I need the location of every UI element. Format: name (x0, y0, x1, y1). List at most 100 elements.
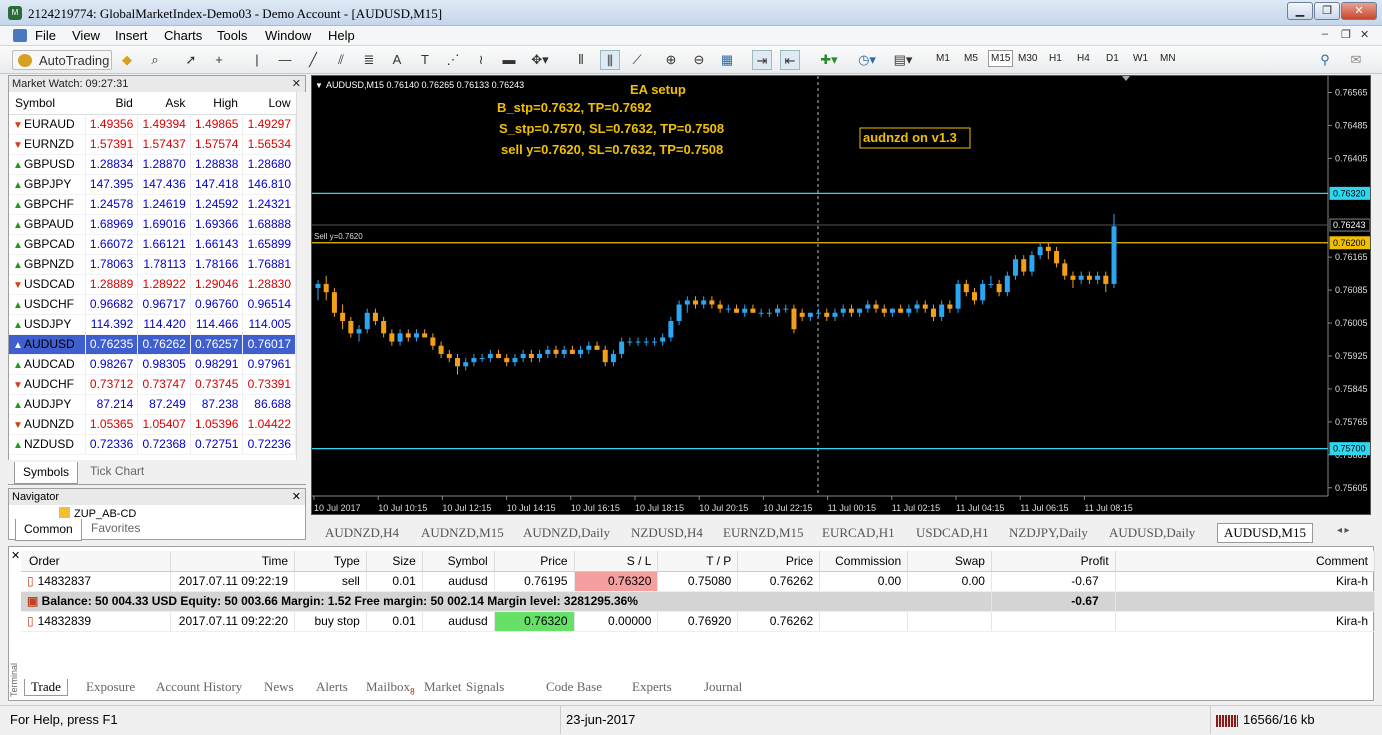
autotrading-button[interactable]: AutoTrading (12, 50, 112, 70)
terminal-tab[interactable]: Account History (156, 679, 242, 695)
tab-symbols[interactable]: Symbols (14, 462, 79, 484)
market-watch-row[interactable]: ▲GBPAUD 1.68969 1.69016 1.69366 1.68888 (9, 214, 296, 235)
mdi-minimize-icon[interactable]: – (1322, 28, 1328, 40)
zoom-in-icon[interactable]: ⊕ (662, 50, 680, 70)
market-watch-scrollbar[interactable] (296, 92, 306, 472)
order-row[interactable]: ▯ 14832839 2017.07.11 09:22:20 buy stop 0.01… (21, 611, 1376, 632)
market-watch-row[interactable]: ▲GBPJPY 147.395 147.436 147.418 146.810 (9, 174, 296, 195)
col-symbol[interactable]: Symbol (422, 551, 495, 572)
tf-m1[interactable]: M1 (936, 53, 950, 64)
horizontal-line-icon[interactable]: — (276, 50, 294, 70)
vertical-line-icon[interactable]: | (248, 50, 266, 70)
arrows-dropdown-icon[interactable]: ✥▾ (528, 50, 552, 70)
chart-tab[interactable]: AUDNZD,Daily (523, 525, 610, 541)
chart-tab[interactable]: AUDNZD,H4 (325, 525, 399, 541)
bar-chart-icon[interactable]: ⫴ (572, 50, 590, 70)
col-order[interactable]: Order (21, 551, 172, 572)
tf-mn[interactable]: MN (1160, 53, 1176, 64)
tf-d1[interactable]: D1 (1106, 53, 1119, 64)
terminal-tab[interactable]: Experts (632, 679, 672, 695)
close-icon[interactable]: ✕ (292, 489, 301, 505)
tile-windows-icon[interactable]: ▦ (718, 50, 736, 70)
market-watch-row[interactable]: ▼EURNZD 1.57391 1.57437 1.57574 1.56534 (9, 134, 296, 155)
search-icon[interactable]: ⚲ (1316, 50, 1334, 70)
col-type[interactable]: Type (294, 551, 367, 572)
col-low[interactable]: Low (242, 92, 296, 115)
menu-help[interactable]: Help (328, 28, 355, 43)
col-bid[interactable]: Bid (85, 92, 138, 115)
terminal-tab[interactable]: News (264, 679, 294, 695)
fibonacci-icon[interactable]: ≣ (360, 50, 378, 70)
candlestick-icon[interactable]: ⫼ (600, 50, 620, 70)
trendline-icon[interactable]: ╱ (304, 50, 322, 70)
terminal-tab[interactable]: Mailbox8 (366, 679, 415, 697)
text-label-icon[interactable]: T (416, 50, 434, 70)
chart-tab[interactable]: EURCAD,H1 (822, 525, 895, 541)
chart-window[interactable]: AUDUSD,M15 0.76140 0.76265 0.76133 0.762… (311, 75, 1371, 515)
channel-icon[interactable]: ⫽ (332, 50, 350, 70)
terminal-tab[interactable]: Alerts (316, 679, 348, 695)
cursor-icon[interactable]: ➚ (182, 50, 200, 70)
templates-icon[interactable]: ▤▾ (888, 50, 918, 70)
tab-tick-chart[interactable]: Tick Chart (90, 464, 144, 478)
chart-tab[interactable]: AUDUSD,Daily (1109, 525, 1195, 541)
market-watch-row[interactable]: ▲AUDUSD 0.76235 0.76262 0.76257 0.76017 (9, 334, 296, 355)
close-icon[interactable]: ✕ (11, 549, 20, 562)
menu-view[interactable]: View (72, 28, 100, 43)
mdi-restore-icon[interactable]: ❐ (1341, 28, 1351, 41)
col-t-p[interactable]: T / P (657, 551, 739, 572)
tf-m30[interactable]: M30 (1018, 53, 1037, 64)
close-icon[interactable]: ✕ (292, 76, 301, 92)
menu-charts[interactable]: Charts (164, 28, 202, 43)
tab-common[interactable]: Common (15, 519, 82, 541)
chart-tab[interactable]: AUDNZD,M15 (421, 525, 504, 541)
market-watch-row[interactable]: ▲GBPUSD 1.28834 1.28870 1.28838 1.28680 (9, 154, 296, 175)
tf-m15[interactable]: M15 (988, 50, 1014, 67)
elliott-icon[interactable]: ≀ (472, 50, 490, 70)
chart-tab[interactable]: NZDJPY,Daily (1009, 525, 1088, 541)
chart-tab[interactable]: USDCAD,H1 (916, 525, 989, 541)
crosshair-icon[interactable]: + (210, 50, 228, 70)
market-watch-row[interactable]: ▲USDCHF 0.96682 0.96717 0.96760 0.96514 (9, 294, 296, 315)
market-watch-row[interactable]: ▲NZDUSD 0.72336 0.72368 0.72751 0.72236 (9, 434, 296, 455)
col-swap[interactable]: Swap (907, 551, 992, 572)
tab-favorites[interactable]: Favorites (91, 521, 140, 535)
market-watch-row[interactable]: ▼AUDCHF 0.73712 0.73747 0.73745 0.73391 (9, 374, 296, 395)
chart-canvas[interactable]: AUDUSD,M15 0.76140 0.76265 0.76133 0.762… (312, 76, 1370, 514)
menu-tools[interactable]: Tools (217, 28, 247, 43)
chart-tab[interactable]: EURNZD,M15 (723, 525, 804, 541)
autoscroll-icon[interactable]: ⇥ (752, 50, 772, 70)
col-price[interactable]: Price (494, 551, 575, 572)
col-s-l[interactable]: S / L (574, 551, 659, 572)
market-watch-row[interactable]: ▲GBPCAD 1.66072 1.66121 1.66143 1.65899 (9, 234, 296, 255)
col-symbol[interactable]: Symbol (9, 92, 86, 115)
terminal-tab[interactable]: Signals (466, 679, 504, 695)
tf-h1[interactable]: H1 (1049, 53, 1062, 64)
market-watch-row[interactable]: ▲AUDJPY 87.214 87.249 87.238 86.688 (9, 394, 296, 415)
chat-icon[interactable]: ✉ (1344, 50, 1368, 70)
terminal-tab[interactable]: Market (424, 679, 462, 695)
col-comment[interactable]: Comment (1115, 551, 1376, 572)
chart-shift-icon[interactable]: ⇤ (780, 50, 800, 70)
market-watch-row[interactable]: ▲AUDCAD 0.98267 0.98305 0.98291 0.97961 (9, 354, 296, 375)
tf-w1[interactable]: W1 (1133, 53, 1148, 64)
indicators-icon[interactable]: ✚▾ (814, 50, 844, 70)
mdi-close-icon[interactable]: ✕ (1360, 28, 1369, 41)
market-watch-row[interactable]: ▲GBPNZD 1.78063 1.78113 1.78166 1.76881 (9, 254, 296, 275)
col-price[interactable]: Price (737, 551, 821, 572)
menu-file[interactable]: File (35, 28, 56, 43)
minimize-button[interactable]: ▁ (1287, 2, 1313, 20)
market-watch-row[interactable]: ▼USDCAD 1.28889 1.28922 1.29046 1.28830 (9, 274, 296, 295)
line-chart-icon[interactable]: ⟋ (628, 50, 646, 70)
menu-window[interactable]: Window (265, 28, 311, 43)
col-ask[interactable]: Ask (137, 92, 191, 115)
col-profit[interactable]: Profit (991, 551, 1116, 572)
expert-icon[interactable]: ◆ (118, 50, 136, 70)
market-watch-row[interactable]: ▼AUDNZD 1.05365 1.05407 1.05396 1.04422 (9, 414, 296, 435)
terminal-tab[interactable]: Exposure (86, 679, 135, 695)
periods-icon[interactable]: ◷▾ (852, 50, 882, 70)
tf-m5[interactable]: M5 (964, 53, 978, 64)
col-commission[interactable]: Commission (819, 551, 909, 572)
market-watch-row[interactable]: ▲USDJPY 114.392 114.420 114.466 114.005 (9, 314, 296, 335)
col-time[interactable]: Time (170, 551, 295, 572)
